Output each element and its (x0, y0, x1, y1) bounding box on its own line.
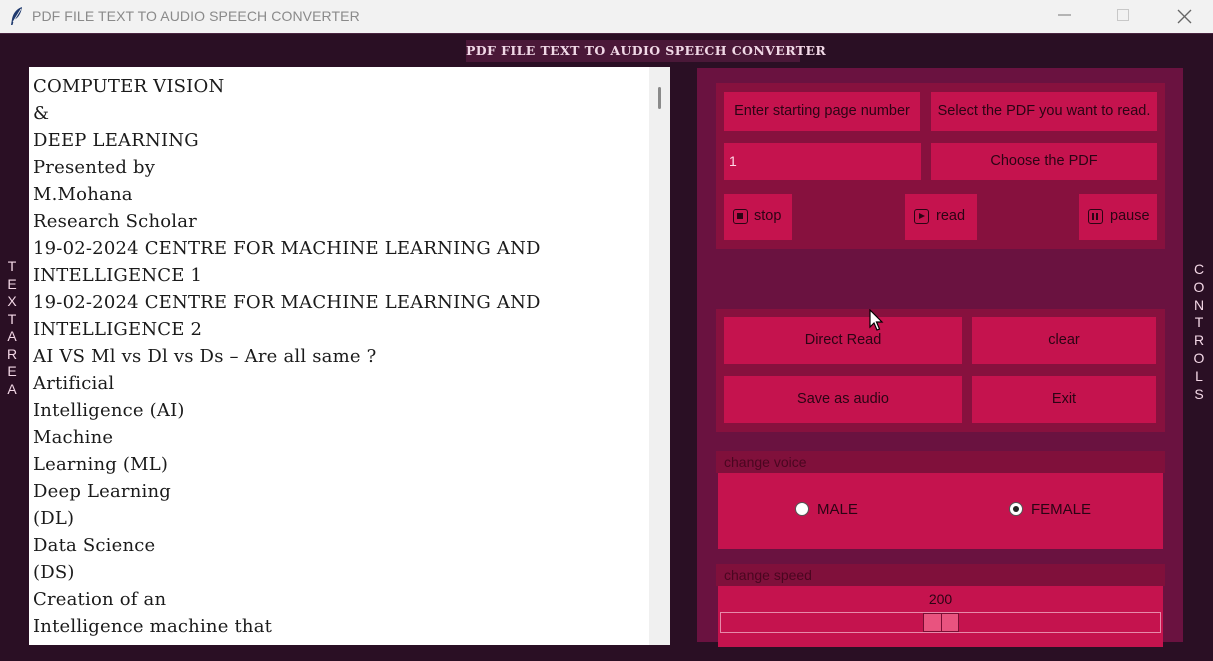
text-line: INTELLIGENCE 2 (33, 319, 203, 340)
text-line: INTELLIGENCE 1 (33, 265, 203, 286)
text-line: Machine (33, 427, 114, 448)
direct-read-button[interactable]: Direct Read (724, 317, 962, 364)
exit-button[interactable]: Exit (972, 376, 1156, 423)
pdf-panel: Enter starting page number Select the PD… (716, 83, 1165, 249)
side-letter: X (7, 293, 17, 309)
text-line: & (33, 103, 50, 124)
close-button[interactable] (1155, 0, 1213, 33)
mouse-cursor-icon (869, 309, 884, 331)
text-line: COMPUTER VISION (33, 76, 225, 97)
female-radio[interactable] (1009, 502, 1023, 516)
text-scrollbar[interactable] (649, 67, 670, 645)
speed-group: 200 (718, 586, 1163, 647)
text-line: (DS) (33, 562, 75, 583)
start-page-input[interactable]: 1 (724, 143, 921, 180)
read-label: read (936, 208, 966, 224)
side-letter: T (7, 310, 17, 327)
side-letter: O (1193, 349, 1205, 366)
stop-button[interactable]: stop (724, 194, 792, 240)
text-content: COMPUTER VISION & DEEP LEARNING Presented b… (33, 73, 643, 640)
speed-slider[interactable] (720, 612, 1161, 633)
clear-button[interactable]: clear (972, 317, 1156, 364)
text-line: Research Scholar (33, 211, 197, 232)
text-line: Artificial (33, 373, 115, 394)
title-bar: PDF FILE TEXT TO AUDIO SPEECH CONVERTER (0, 0, 1213, 33)
controls-side-label: C O N T R O L S (1190, 261, 1208, 403)
side-letter: A (7, 380, 17, 397)
window-title: PDF FILE TEXT TO AUDIO SPEECH CONVERTER (32, 8, 360, 24)
play-icon (914, 209, 929, 224)
maximize-icon (1117, 9, 1129, 21)
male-radio-option[interactable]: MALE (794, 498, 914, 522)
text-line: Deep Learning (33, 481, 171, 502)
side-letter: C (1193, 261, 1205, 277)
male-label: MALE (817, 501, 858, 518)
side-letter: A (7, 328, 17, 344)
side-letter: E (7, 275, 17, 292)
text-line: DEEP LEARNING (33, 130, 199, 151)
save-audio-button[interactable]: Save as audio (724, 376, 962, 423)
start-page-label: Enter starting page number (724, 92, 920, 131)
side-letter: R (6, 345, 18, 362)
close-icon (1177, 9, 1192, 24)
choose-pdf-button[interactable]: Choose the PDF (931, 143, 1157, 180)
side-letter: R (1193, 332, 1205, 349)
actions-panel: Direct Read clear Save as audio Exit (716, 309, 1165, 432)
minimize-button[interactable] (1036, 0, 1096, 33)
textarea-side-label: T E X T A R E A (4, 258, 20, 398)
side-letter: S (1194, 385, 1204, 402)
side-letter: O (1193, 278, 1205, 295)
text-line: 19-02-2024 CENTRE FOR MACHINE LEARNING A… (33, 238, 541, 259)
speed-slider-thumb[interactable] (923, 613, 959, 632)
voice-group: MALE FEMALE (718, 473, 1163, 549)
controls-panel: Enter starting page number Select the PD… (697, 68, 1183, 647)
text-line: Learning (ML) (33, 454, 169, 475)
stop-icon (733, 209, 748, 224)
speed-value: 200 (928, 591, 953, 607)
pause-button[interactable]: pause (1079, 194, 1157, 240)
speed-legend: change speed (716, 564, 1165, 586)
side-letter: T (7, 258, 17, 274)
side-letter: N (1193, 296, 1205, 313)
pause-label: pause (1110, 208, 1150, 224)
female-radio-option[interactable]: FEMALE (1008, 498, 1138, 522)
scrollbar-thumb[interactable] (658, 87, 661, 109)
male-radio[interactable] (795, 502, 809, 516)
text-line: Data Science (33, 535, 156, 556)
side-letter: L (1195, 367, 1203, 384)
side-letter: T (1194, 314, 1204, 331)
text-line: Intelligence machine that (33, 616, 273, 637)
select-pdf-label: Select the PDF you want to read. (931, 92, 1157, 131)
minimize-icon (1058, 14, 1071, 16)
text-line: 19-02-2024 CENTRE FOR MACHINE LEARNING A… (33, 292, 541, 313)
app-window: PDF FILE TEXT TO AUDIO SPEECH CONVERTER … (0, 33, 1213, 661)
voice-legend: change voice (716, 451, 1165, 473)
text-line: M.Mohana (33, 184, 133, 205)
app-header: PDF FILE TEXT TO AUDIO SPEECH CONVERTER (466, 40, 826, 62)
text-line: Creation of an (33, 589, 167, 610)
pause-icon (1088, 209, 1103, 224)
text-line: (DL) (33, 508, 75, 529)
maximize-button[interactable] (1095, 0, 1155, 33)
stop-label: stop (754, 208, 782, 224)
feather-icon (11, 7, 22, 25)
side-letter: E (7, 363, 17, 379)
read-button[interactable]: read (905, 194, 977, 240)
text-line: AI VS Ml vs Dl vs Ds – Are all same ? (33, 346, 377, 367)
pdf-text-area[interactable]: COMPUTER VISION & DEEP LEARNING Presented b… (29, 67, 670, 645)
text-line: Presented by (33, 157, 156, 178)
female-label: FEMALE (1031, 501, 1092, 518)
text-line: Intelligence (AI) (33, 400, 185, 421)
